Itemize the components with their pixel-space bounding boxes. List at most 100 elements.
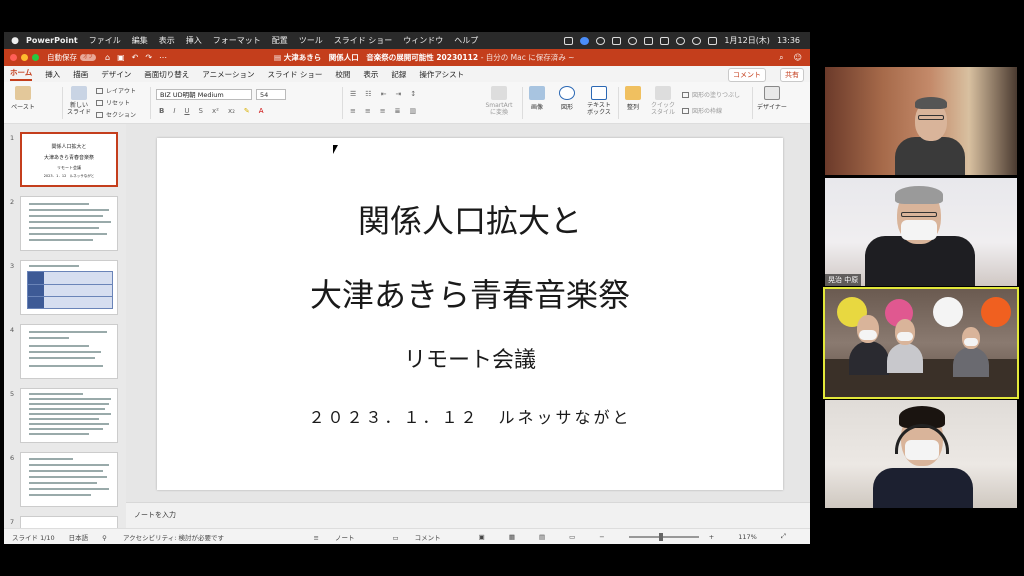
layout-button[interactable]: レイアウト [96, 86, 136, 95]
slideshow-icon[interactable]: ▭ [569, 533, 575, 541]
superscript-icon[interactable]: x² [212, 107, 219, 115]
save-icon[interactable]: ▣ [117, 53, 125, 62]
menu-arrange[interactable]: 配置 [272, 35, 288, 46]
slide-thumbnail-4[interactable] [20, 324, 118, 379]
thumbnail-row[interactable]: 2 [4, 196, 126, 256]
tab-design[interactable]: デザイン [101, 69, 131, 80]
zoom-slider[interactable] [628, 532, 699, 541]
section-button[interactable]: セクション [96, 110, 136, 119]
picture-button[interactable]: 画像 [526, 86, 548, 111]
numbering-icon[interactable]: ☷ [365, 90, 371, 98]
tab-home[interactable]: ホーム [10, 67, 33, 81]
tab-insert[interactable]: 挿入 [45, 69, 60, 80]
thumbnail-row[interactable]: 6 [4, 452, 126, 512]
strikethrough-icon[interactable]: S [199, 107, 203, 115]
menu-insert[interactable]: 挿入 [186, 35, 202, 46]
menu-date[interactable]: 1月12日(木) [724, 35, 770, 46]
notes-pane[interactable]: ノートを入力 [126, 502, 810, 528]
shape-outline-button[interactable]: 図形の枠線 [682, 106, 722, 115]
zoom-status-icon[interactable] [564, 36, 574, 45]
accessibility-status[interactable]: ⚲ アクセシビリティ: 検討が必要です [102, 532, 238, 542]
thumbnail-row[interactable]: 7 [4, 516, 126, 528]
align-center-icon[interactable]: ≡ [365, 107, 371, 115]
bold-icon[interactable]: B [159, 107, 164, 115]
menu-app-name[interactable]: PowerPoint [26, 36, 78, 45]
control-center-icon[interactable] [708, 36, 718, 45]
slide-thumbnail-6[interactable] [20, 452, 118, 507]
tab-view[interactable]: 表示 [363, 69, 378, 80]
tab-record[interactable]: 記録 [391, 69, 406, 80]
wifi-icon[interactable] [676, 36, 686, 45]
menu-tools[interactable]: ツール [299, 35, 323, 46]
shapes-button[interactable]: 図形 [556, 86, 578, 111]
thumbnail-row[interactable]: 3 [4, 260, 126, 320]
tab-transitions[interactable]: 画面切り替え [144, 69, 189, 80]
slide-sorter-icon[interactable]: ▦ [509, 533, 515, 541]
menu-format[interactable]: フォーマット [213, 35, 261, 46]
fit-slide-icon[interactable]: ⤢ [781, 532, 786, 541]
bullets-icon[interactable]: ☰ [350, 90, 356, 98]
more-icon[interactable]: ⋯ [159, 53, 167, 62]
zoom-in-icon[interactable]: + [709, 533, 714, 541]
slide-subtitle[interactable]: リモート会議 [157, 342, 783, 374]
autosave-toggle[interactable]: オフ [80, 54, 96, 61]
slide-thumbnail-3[interactable] [20, 260, 118, 315]
textbox-button[interactable]: テキスト ボックス [584, 86, 614, 116]
smartart-button[interactable]: SmartArt に変換 [482, 86, 516, 116]
close-window-button[interactable] [10, 54, 17, 61]
line-spacing-icon[interactable]: ↕ [410, 90, 416, 98]
justify-icon[interactable]: ≣ [395, 107, 401, 115]
bluetooth-icon[interactable] [644, 36, 654, 45]
bluetooth-app-icon[interactable] [580, 36, 590, 45]
italic-icon[interactable]: I [173, 107, 175, 115]
tab-tell-me[interactable]: 操作アシスト [419, 69, 464, 80]
keyboard-icon[interactable] [612, 36, 622, 45]
thumbnail-row[interactable]: 1 関係人口拡大と 大津あきら青春音楽祭 リモート会議 2023．1．12 ルネ… [4, 132, 126, 192]
zoom-out-icon[interactable]: − [599, 533, 604, 541]
outdent-icon[interactable]: ⇤ [381, 90, 387, 98]
thumbnail-row[interactable]: 4 [4, 324, 126, 384]
slide-thumbnail-1[interactable]: 関係人口拡大と 大津あきら青春音楽祭 リモート会議 2023．1．12 ルネッサ… [20, 132, 118, 187]
participant-video-1[interactable] [825, 67, 1017, 175]
zoom-slider-handle[interactable] [658, 532, 663, 541]
zoom-level[interactable]: 117% [738, 533, 757, 541]
participant-video-3-active-speaker[interactable] [823, 287, 1019, 399]
save-status[interactable]: - 自分の Mac に保存済み ~ [481, 53, 575, 62]
menu-window[interactable]: ウィンドウ [403, 35, 443, 46]
menu-file[interactable]: ファイル [89, 35, 121, 46]
redo-icon[interactable]: ↷ [145, 53, 152, 62]
slide-thumbnail-5[interactable] [20, 388, 118, 443]
thumbnail-row[interactable]: 5 [4, 388, 126, 448]
apple-icon[interactable]: ● [4, 36, 26, 46]
indent-icon[interactable]: ⇥ [395, 90, 401, 98]
slide-title-line-1[interactable]: 関係人口拡大と [157, 196, 783, 242]
menu-edit[interactable]: 編集 [132, 35, 148, 46]
tab-animations[interactable]: アニメーション [202, 69, 254, 80]
clock-icon[interactable] [596, 36, 606, 45]
share-button[interactable]: 共有 [780, 68, 804, 82]
language[interactable]: 日本語 [69, 532, 89, 542]
arrange-button[interactable]: 整列 [622, 86, 644, 111]
slide-thumbnail-7[interactable] [20, 516, 118, 528]
slide-thumbnail-2[interactable] [20, 196, 118, 251]
minimize-window-button[interactable] [21, 54, 28, 61]
align-right-icon[interactable]: ≡ [380, 107, 386, 115]
underline-icon[interactable]: U [184, 107, 189, 115]
history-icon[interactable] [628, 36, 638, 45]
shape-fill-button[interactable]: 図形の塗りつぶし [682, 90, 740, 99]
notes-placeholder[interactable]: ノートを入力 [134, 511, 176, 519]
battery-icon[interactable] [660, 36, 670, 45]
font-size-select[interactable]: 54 [256, 89, 286, 100]
undo-icon[interactable]: ↶ [132, 53, 139, 62]
search-icon[interactable]: ⌕ [779, 53, 783, 63]
designer-button[interactable]: デザイナー [756, 86, 788, 111]
reset-button[interactable]: リセット [96, 98, 130, 107]
font-name-select[interactable]: BIZ UD明朝 Medium [156, 89, 252, 100]
menu-slideshow[interactable]: スライド ショー [334, 35, 393, 46]
tab-slideshow[interactable]: スライド ショー [267, 69, 322, 80]
columns-icon[interactable]: ▥ [410, 107, 417, 115]
tab-review[interactable]: 校閲 [335, 69, 350, 80]
comments-toggle[interactable]: ▭ コメント [392, 532, 454, 542]
notes-toggle[interactable]: ≡ ノート [313, 532, 368, 542]
quick-styles-button[interactable]: クイック スタイル [648, 86, 678, 116]
